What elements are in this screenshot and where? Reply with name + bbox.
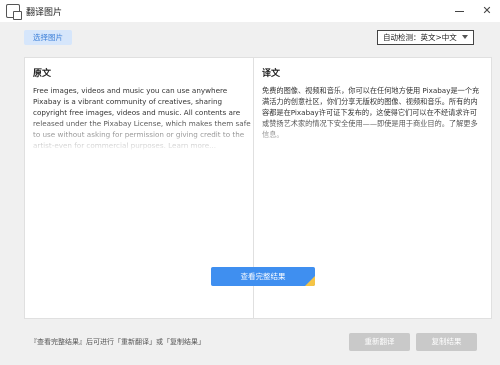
title-bar: 翻译图片 ✕ <box>0 0 500 22</box>
footer-hint: 『查看完整结果』后可进行「重新翻译」或「复制结果」 <box>30 338 205 346</box>
window-controls: ✕ <box>452 0 494 22</box>
source-heading: 原文 <box>33 69 52 79</box>
app-icon <box>6 4 22 20</box>
view-full-result-label: 查看完整结果 <box>240 272 286 281</box>
window-title: 翻译图片 <box>26 7 63 18</box>
select-image-button[interactable]: 选择图片 <box>24 30 72 45</box>
source-text: Free images, videos and music you can us… <box>33 85 254 151</box>
close-icon[interactable]: ✕ <box>480 4 494 18</box>
premium-corner-icon <box>305 276 315 286</box>
copy-result-button[interactable]: 复制结果 <box>416 333 477 351</box>
chevron-down-icon <box>462 35 468 39</box>
translation-heading: 译文 <box>262 69 281 79</box>
translation-text: 免费的图像、视频和音乐，你可以在任何地方使用 Pixabay是一个充满活力的创意… <box>262 85 483 151</box>
minimize-icon[interactable] <box>452 4 466 18</box>
retranslate-button[interactable]: 重新翻译 <box>349 333 410 351</box>
language-dropdown[interactable]: 自动检测：英文>中文 <box>377 30 474 45</box>
view-full-result-button[interactable]: 查看完整结果 <box>211 267 315 286</box>
language-selected-value: 自动检测：英文>中文 <box>383 33 457 42</box>
